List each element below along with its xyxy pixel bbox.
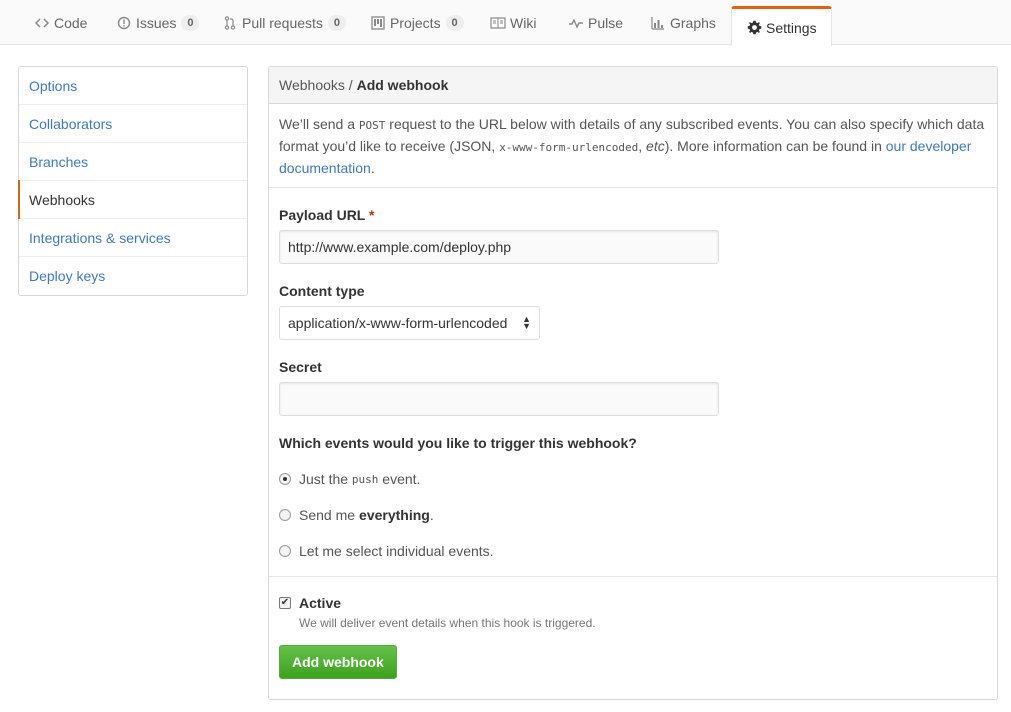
secret-input[interactable]	[279, 382, 719, 416]
page-title: Add webhook	[356, 77, 449, 93]
menu-item-collaborators[interactable]: Collaborators	[19, 105, 247, 143]
active-note: We will deliver event details when this …	[299, 616, 596, 630]
pull-request-icon	[222, 15, 238, 30]
tab-code[interactable]: Code	[34, 0, 87, 45]
tab-wiki[interactable]: Wiki	[490, 0, 536, 45]
secret-label: Secret	[279, 359, 322, 375]
event-option-text: Let me select individual events.	[299, 543, 494, 559]
code-icon	[34, 17, 50, 29]
event-option-text: event.	[378, 471, 421, 487]
content-type-value: application/x-www-form-urlencoded	[288, 315, 508, 331]
active-checkbox[interactable]: ✔	[279, 597, 291, 609]
payload-url-input[interactable]: http://www.example.com/deploy.php	[279, 230, 719, 264]
event-option-everything[interactable]: Send me everything.	[279, 507, 434, 523]
issues-count: 0	[181, 14, 200, 31]
radio-push[interactable]	[279, 473, 291, 485]
menu-item-deploy-keys[interactable]: Deploy keys	[19, 257, 247, 295]
book-icon	[490, 16, 506, 29]
tab-settings[interactable]: Settings	[731, 6, 832, 46]
webhook-form: Payload URL * http://www.example.com/dep…	[269, 188, 997, 699]
tab-pulse[interactable]: Pulse	[568, 0, 623, 45]
tab-pull-requests-label: Pull requests	[242, 14, 323, 31]
event-option-text: .	[429, 507, 434, 523]
gear-icon	[746, 20, 762, 35]
event-option-text: Just the	[299, 471, 352, 487]
breadcrumb-parent[interactable]: Webhooks	[279, 77, 345, 93]
breadcrumb: Webhooks / Add webhook	[269, 67, 997, 104]
add-webhook-panel: Webhooks / Add webhook We’ll send a POST…	[268, 66, 998, 700]
intro-etc: etc	[646, 138, 665, 154]
projects-count: 0	[445, 14, 464, 31]
tab-projects-label: Projects	[390, 14, 441, 31]
menu-item-webhooks[interactable]: Webhooks	[18, 180, 247, 219]
event-option-push[interactable]: Just the push event.	[279, 471, 420, 487]
intro-code-post: POST	[358, 119, 386, 132]
project-icon	[370, 15, 386, 30]
tab-code-label: Code	[54, 14, 88, 31]
intro-text: We’ll send a POST request to the URL bel…	[269, 104, 997, 188]
add-webhook-button[interactable]: Add webhook	[279, 645, 397, 679]
select-arrows-icon: ▲ ▼	[522, 314, 531, 331]
graph-icon	[650, 16, 666, 30]
intro-part: ). More information can be found in	[664, 138, 886, 154]
content-type-label: Content type	[279, 283, 365, 299]
form-divider	[269, 576, 997, 577]
issue-icon	[116, 16, 132, 30]
menu-item-integrations[interactable]: Integrations & services	[19, 219, 247, 257]
content-type-select[interactable]: application/x-www-form-urlencoded ▲ ▼	[279, 306, 540, 340]
settings-menu: Options Collaborators Branches Webhooks …	[18, 66, 248, 296]
event-option-code: push	[351, 472, 379, 486]
breadcrumb-separator: /	[344, 77, 357, 93]
required-marker: *	[369, 207, 375, 223]
tab-settings-label: Settings	[766, 19, 817, 36]
tab-issues[interactable]: Issues 0	[116, 0, 200, 45]
events-question: Which events would you like to trigger t…	[279, 435, 637, 451]
tab-wiki-label: Wiki	[510, 14, 537, 31]
tab-issues-label: Issues	[136, 14, 177, 31]
intro-code-format: x-www-form-urlencoded	[499, 141, 639, 154]
payload-url-label: Payload URL *	[279, 207, 374, 223]
tab-pull-requests[interactable]: Pull requests 0	[222, 0, 346, 45]
active-label: Active	[299, 595, 342, 611]
event-option-text: Send me	[299, 507, 356, 523]
tab-pulse-label: Pulse	[588, 14, 624, 31]
tab-projects[interactable]: Projects 0	[370, 0, 464, 45]
repo-tabnav: Code Issues 0 Pull requests 0 Projects 0…	[0, 0, 1011, 46]
pulse-icon	[568, 17, 584, 29]
radio-everything[interactable]	[279, 509, 291, 521]
tab-graphs-label: Graphs	[670, 14, 716, 31]
event-option-individual[interactable]: Let me select individual events.	[279, 543, 494, 559]
menu-item-options[interactable]: Options	[19, 67, 247, 105]
payload-url-label-text: Payload URL	[279, 207, 366, 223]
intro-part: ,	[638, 138, 647, 154]
pull-requests-count: 0	[327, 14, 346, 31]
menu-item-branches[interactable]: Branches	[19, 143, 247, 181]
event-option-bold: everything	[359, 507, 430, 523]
intro-part: .	[370, 160, 375, 176]
radio-individual[interactable]	[279, 545, 291, 557]
intro-part: We’ll send a	[279, 116, 359, 132]
tab-graphs[interactable]: Graphs	[650, 0, 716, 45]
active-option[interactable]: ✔ Active	[279, 595, 341, 611]
